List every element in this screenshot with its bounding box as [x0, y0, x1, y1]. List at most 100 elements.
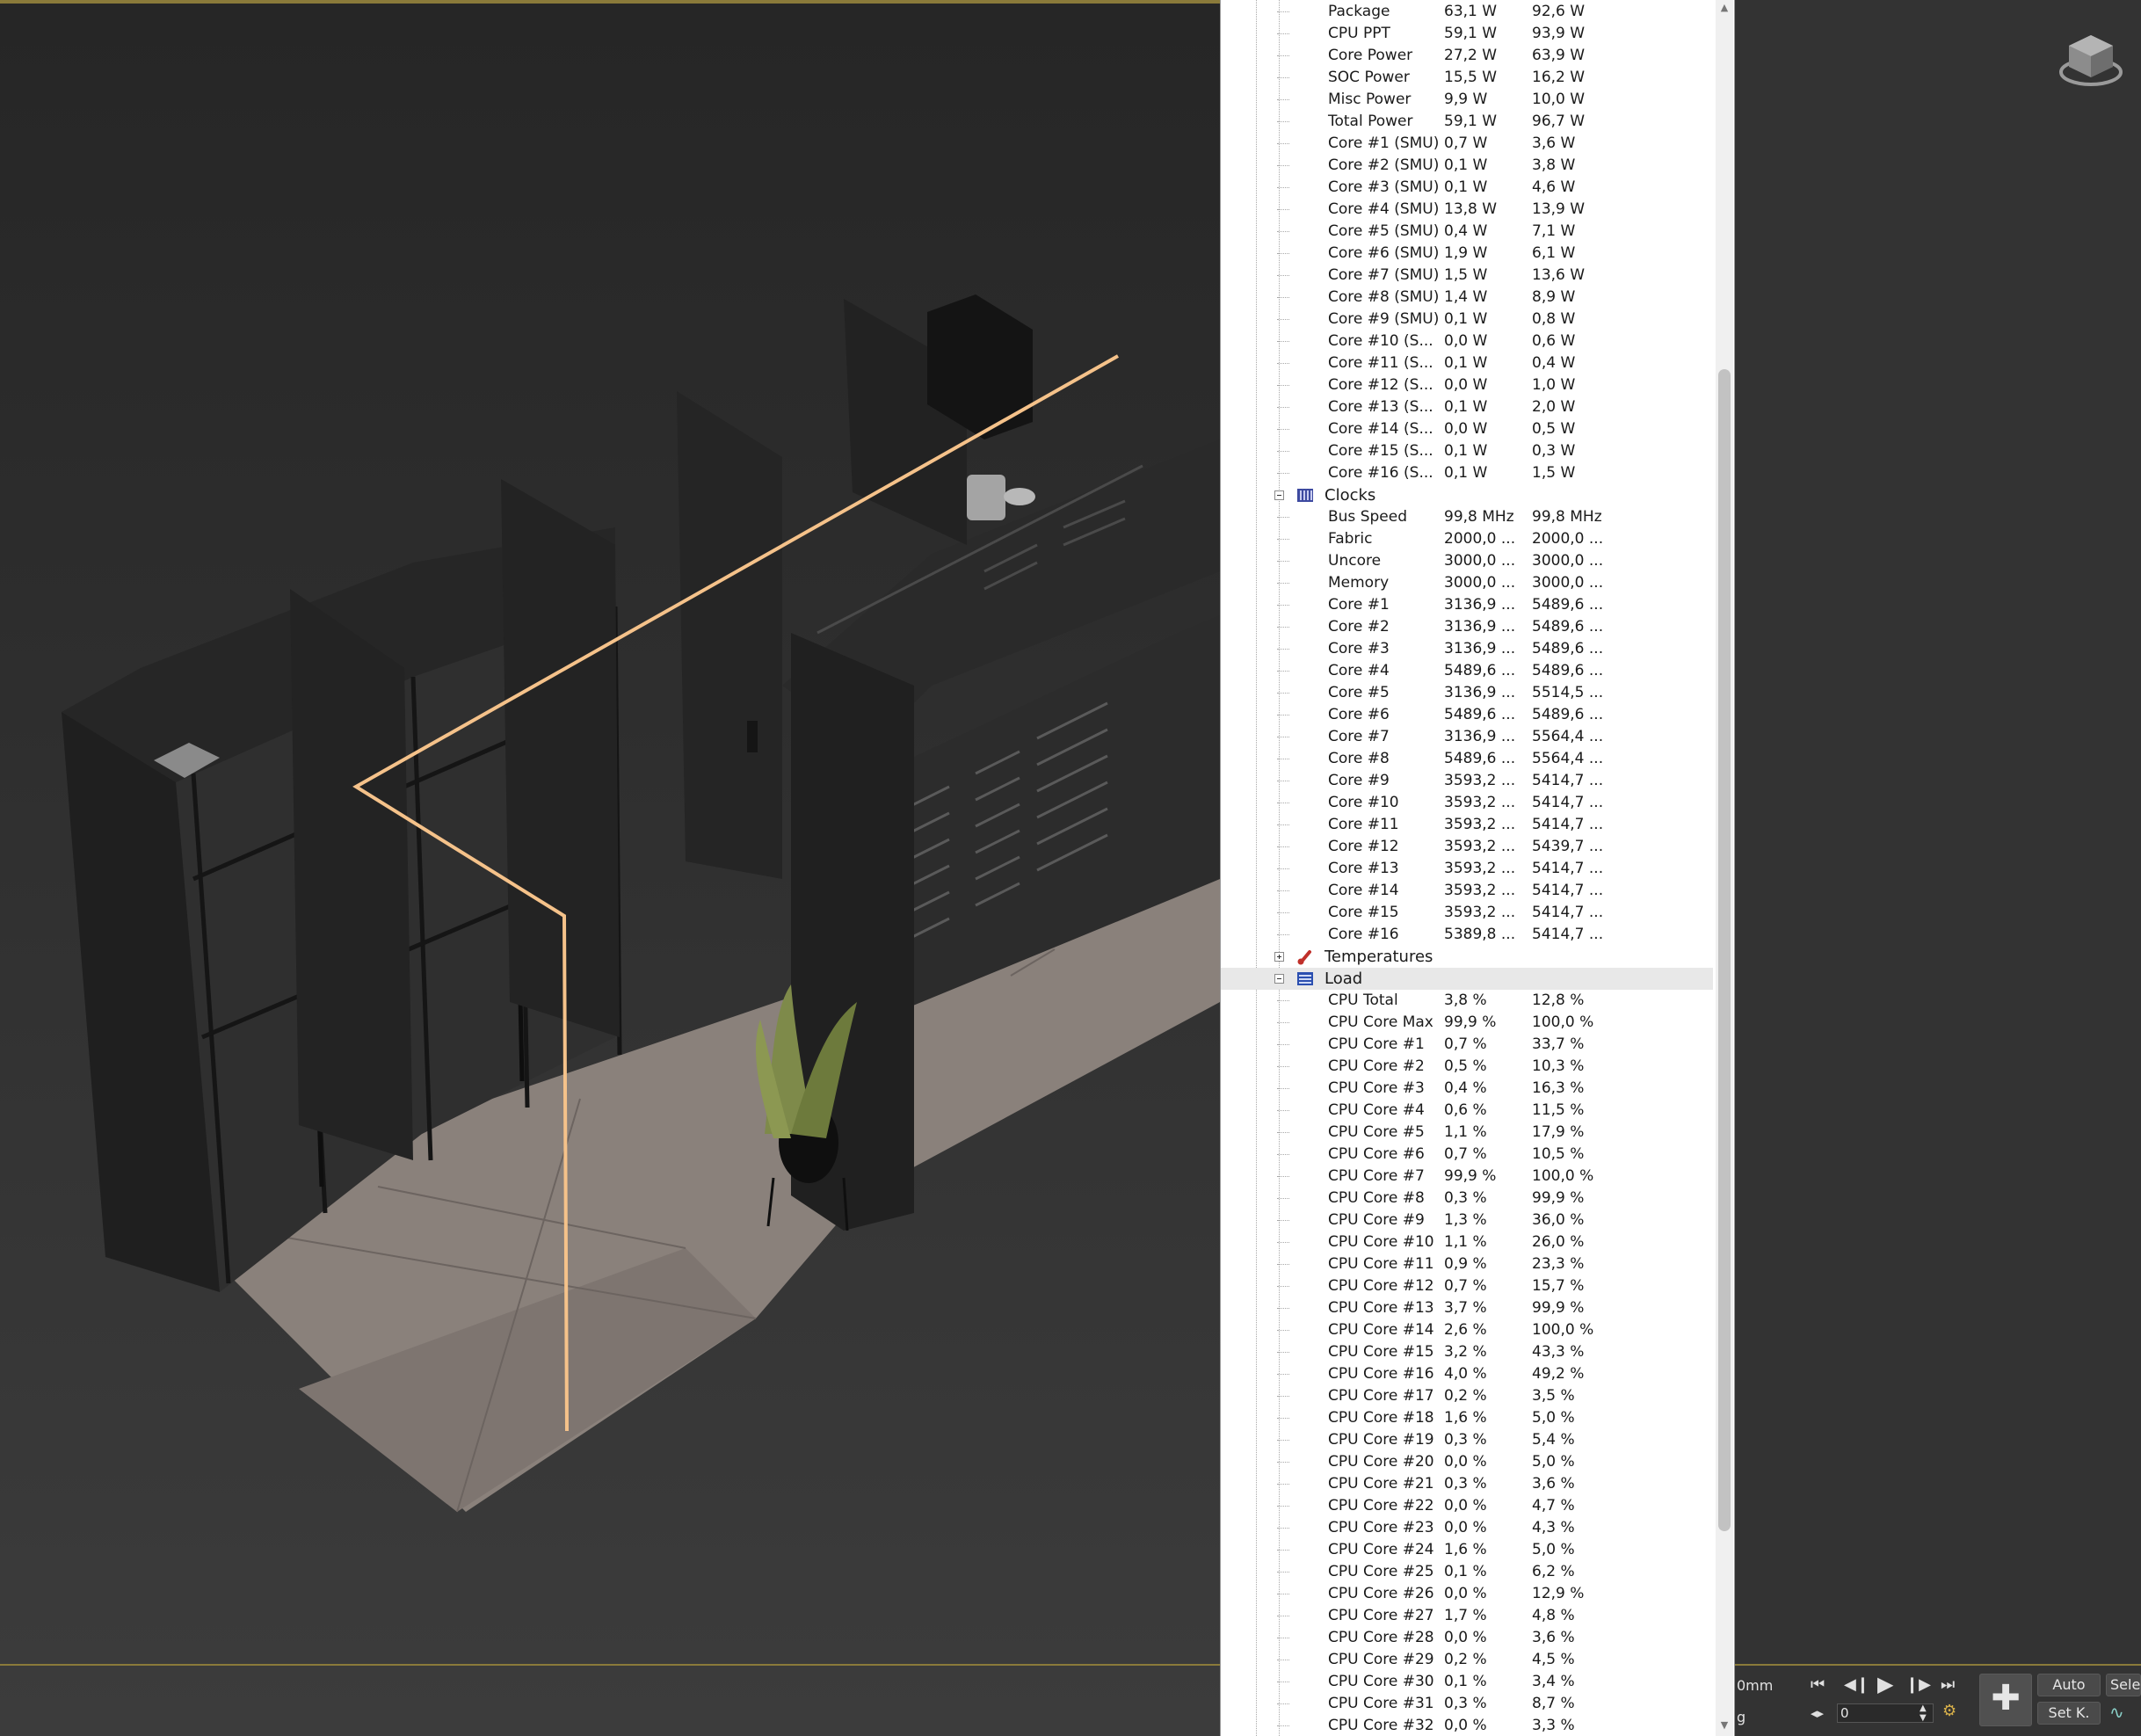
expand-icon[interactable] [1274, 952, 1284, 962]
sensor-row[interactable]: Core #14 (S... 0,0 W 0,5 W [1221, 418, 1713, 440]
sensor-row[interactable]: Core #3 3136,9 ... 5489,6 ... [1221, 638, 1713, 660]
sensor-row[interactable]: Core #15 3593,2 ... 5414,7 ... [1221, 902, 1713, 924]
sensor-row[interactable]: Core #3 (SMU) 0,1 W 4,6 W [1221, 177, 1713, 199]
sensor-row[interactable]: Core #9 3593,2 ... 5414,7 ... [1221, 770, 1713, 792]
sensor-group-clocks[interactable]: Clocks [1221, 484, 1713, 506]
curve-editor-icon[interactable]: ∿ [2109, 1702, 2124, 1723]
collapse-icon[interactable] [1274, 490, 1284, 500]
scroll-up-arrow-icon[interactable]: ▲ [1718, 2, 1731, 14]
panel-scroll-thumb[interactable] [1718, 369, 1731, 1531]
frame-spinner-icon[interactable]: ▲ ▼ [1920, 1703, 1927, 1723]
sensor-row[interactable]: Core #13 (S... 0,1 W 2,0 W [1221, 396, 1713, 418]
scroll-down-arrow-icon[interactable]: ▼ [1718, 1718, 1731, 1732]
sensor-row[interactable]: Core #9 (SMU) 0,1 W 0,8 W [1221, 309, 1713, 330]
sensor-row[interactable]: CPU Core #20 0,0 % 5,0 % [1221, 1451, 1713, 1473]
set-key-button[interactable]: Set K. [2037, 1702, 2101, 1725]
sensor-row[interactable]: Core #7 (SMU) 1,5 W 13,6 W [1221, 265, 1713, 287]
sensor-row[interactable]: Core #14 3593,2 ... 5414,7 ... [1221, 880, 1713, 902]
sensor-row[interactable]: CPU Core #29 0,2 % 4,5 % [1221, 1649, 1713, 1671]
sensor-row[interactable]: CPU Core #32 0,0 % 3,3 % [1221, 1715, 1713, 1736]
sensor-row[interactable]: Core #4 5489,6 ... 5489,6 ... [1221, 660, 1713, 682]
sensor-row[interactable]: Core #11 (S... 0,1 W 0,4 W [1221, 352, 1713, 374]
sensor-row[interactable]: Core #11 3593,2 ... 5414,7 ... [1221, 814, 1713, 836]
sensor-row[interactable]: CPU Core #23 0,0 % 4,3 % [1221, 1517, 1713, 1539]
sensor-row[interactable]: Misc Power 9,9 W 10,0 W [1221, 89, 1713, 111]
go-to-end-icon[interactable]: ⏭ [1941, 1675, 1955, 1694]
sensor-row[interactable]: CPU PPT 59,1 W 93,9 W [1221, 23, 1713, 45]
sensor-row[interactable]: CPU Core #5 1,1 % 17,9 % [1221, 1122, 1713, 1144]
hardware-monitor-panel[interactable]: Package 63,1 W 92,6 W CPU PPT 59,1 W 93,9 W Co… [1220, 0, 1735, 1736]
current-frame-input[interactable] [1840, 1705, 1914, 1721]
sensor-row[interactable]: CPU Core #31 0,3 % 8,7 % [1221, 1693, 1713, 1715]
next-frame-icon[interactable]: ❙▶ [1905, 1675, 1931, 1694]
3d-viewport[interactable] [0, 0, 1220, 1736]
sensor-row[interactable]: Fabric 2000,0 ... 2000,0 ... [1221, 528, 1713, 550]
sensor-row[interactable]: Package 63,1 W 92,6 W [1221, 1, 1713, 23]
sensor-row[interactable]: Core #16 (S... 0,1 W 1,5 W [1221, 462, 1713, 484]
sensor-row[interactable]: Core #13 3593,2 ... 5414,7 ... [1221, 858, 1713, 880]
sensor-row[interactable]: CPU Core #1 0,7 % 33,7 % [1221, 1034, 1713, 1056]
sensor-row[interactable]: Total Power 59,1 W 96,7 W [1221, 111, 1713, 133]
sensor-row[interactable]: Core #5 (SMU) 0,4 W 7,1 W [1221, 221, 1713, 243]
sensor-row[interactable]: Core #10 3593,2 ... 5414,7 ... [1221, 792, 1713, 814]
sensor-row[interactable]: Core #12 3593,2 ... 5439,7 ... [1221, 836, 1713, 858]
sensor-row[interactable]: CPU Core Max 99,9 % 100,0 % [1221, 1012, 1713, 1034]
sensor-row[interactable]: Core #7 3136,9 ... 5564,4 ... [1221, 726, 1713, 748]
sensor-row[interactable]: CPU Core #26 0,0 % 12,9 % [1221, 1583, 1713, 1605]
sensor-row[interactable]: CPU Core #6 0,7 % 10,5 % [1221, 1144, 1713, 1166]
sensor-row[interactable]: CPU Core #24 1,6 % 5,0 % [1221, 1539, 1713, 1561]
sensor-row[interactable]: CPU Core #4 0,6 % 11,5 % [1221, 1100, 1713, 1122]
sensor-row[interactable]: SOC Power 15,5 W 16,2 W [1221, 67, 1713, 89]
sensor-row[interactable]: Core #6 5489,6 ... 5489,6 ... [1221, 704, 1713, 726]
sensor-row[interactable]: Memory 3000,0 ... 3000,0 ... [1221, 572, 1713, 594]
sensor-row[interactable]: Uncore 3000,0 ... 3000,0 ... [1221, 550, 1713, 572]
time-config-icon[interactable]: ⚙ [1942, 1702, 1956, 1720]
sensor-row[interactable]: CPU Core #27 1,7 % 4,8 % [1221, 1605, 1713, 1627]
sensor-row[interactable]: Bus Speed 99,8 MHz 99,8 MHz [1221, 506, 1713, 528]
go-to-start-icon[interactable]: ⏮ [1811, 1675, 1825, 1694]
sensor-row[interactable]: Core #4 (SMU) 13,8 W 13,9 W [1221, 199, 1713, 221]
sensor-row[interactable]: Core #6 (SMU) 1,9 W 6,1 W [1221, 243, 1713, 265]
sensor-row[interactable]: CPU Core #16 4,0 % 49,2 % [1221, 1363, 1713, 1385]
sensor-row[interactable]: CPU Core #25 0,1 % 6,2 % [1221, 1561, 1713, 1583]
sensor-row[interactable]: CPU Core #10 1,1 % 26,0 % [1221, 1231, 1713, 1253]
play-icon[interactable]: ▶ [1877, 1672, 1893, 1696]
sensor-row[interactable]: CPU Core #13 3,7 % 99,9 % [1221, 1297, 1713, 1319]
sensor-row[interactable]: CPU Core #3 0,4 % 16,3 % [1221, 1078, 1713, 1100]
sensor-row[interactable]: Core #16 5389,8 ... 5414,7 ... [1221, 924, 1713, 946]
add-key-icon[interactable]: ✚ [1979, 1674, 2032, 1726]
sensor-row[interactable]: CPU Core #14 2,6 % 100,0 % [1221, 1319, 1713, 1341]
collapse-icon[interactable] [1274, 974, 1284, 984]
previous-frame-icon[interactable]: ◀❙ [1844, 1675, 1869, 1694]
sensor-row[interactable]: CPU Core #9 1,3 % 36,0 % [1221, 1209, 1713, 1231]
sensor-row[interactable]: CPU Core #19 0,3 % 5,4 % [1221, 1429, 1713, 1451]
sensor-row[interactable]: Core #2 (SMU) 0,1 W 3,8 W [1221, 155, 1713, 177]
sensor-row[interactable]: CPU Core #15 3,2 % 43,3 % [1221, 1341, 1713, 1363]
sensor-row[interactable]: Core Power 27,2 W 63,9 W [1221, 45, 1713, 67]
sensor-row[interactable]: CPU Core #18 1,6 % 5,0 % [1221, 1407, 1713, 1429]
sensor-row[interactable]: CPU Core #22 0,0 % 4,7 % [1221, 1495, 1713, 1517]
sensor-group-load[interactable]: Load [1221, 968, 1713, 990]
sensor-row[interactable]: CPU Core #7 99,9 % 100,0 % [1221, 1166, 1713, 1188]
sensor-row[interactable]: Core #12 (S... 0,0 W 1,0 W [1221, 374, 1713, 396]
sensor-row[interactable]: Core #8 (SMU) 1,4 W 8,9 W [1221, 287, 1713, 309]
sensor-row[interactable]: CPU Core #17 0,2 % 3,5 % [1221, 1385, 1713, 1407]
sensor-row[interactable]: Core #8 5489,6 ... 5564,4 ... [1221, 748, 1713, 770]
sensor-row[interactable]: CPU Total 3,8 % 12,8 % [1221, 990, 1713, 1012]
sensor-group-temperatures[interactable]: Temperatures [1221, 946, 1713, 968]
sensor-row[interactable]: Core #1 (SMU) 0,7 W 3,6 W [1221, 133, 1713, 155]
sensor-row[interactable]: Core #15 (S... 0,1 W 0,3 W [1221, 440, 1713, 462]
sensor-row[interactable]: Core #5 3136,9 ... 5514,5 ... [1221, 682, 1713, 704]
sensor-row[interactable]: CPU Core #2 0,5 % 10,3 % [1221, 1056, 1713, 1078]
auto-key-button[interactable]: Auto [2037, 1674, 2101, 1696]
sensor-row[interactable]: Core #10 (S... 0,0 W 0,6 W [1221, 330, 1713, 352]
sensor-row[interactable]: CPU Core #8 0,3 % 99,9 % [1221, 1188, 1713, 1209]
key-mode-toggle-icon[interactable]: ◂▸ [1811, 1705, 1824, 1721]
sensor-row[interactable]: Core #1 3136,9 ... 5489,6 ... [1221, 594, 1713, 616]
viewcube-icon[interactable] [2057, 32, 2125, 90]
sensor-row[interactable]: CPU Core #12 0,7 % 15,7 % [1221, 1275, 1713, 1297]
sensor-row[interactable]: CPU Core #21 0,3 % 3,6 % [1221, 1473, 1713, 1495]
sensor-row[interactable]: CPU Core #30 0,1 % 3,4 % [1221, 1671, 1713, 1693]
sensor-row[interactable]: CPU Core #11 0,9 % 23,3 % [1221, 1253, 1713, 1275]
sensor-row[interactable]: Core #2 3136,9 ... 5489,6 ... [1221, 616, 1713, 638]
